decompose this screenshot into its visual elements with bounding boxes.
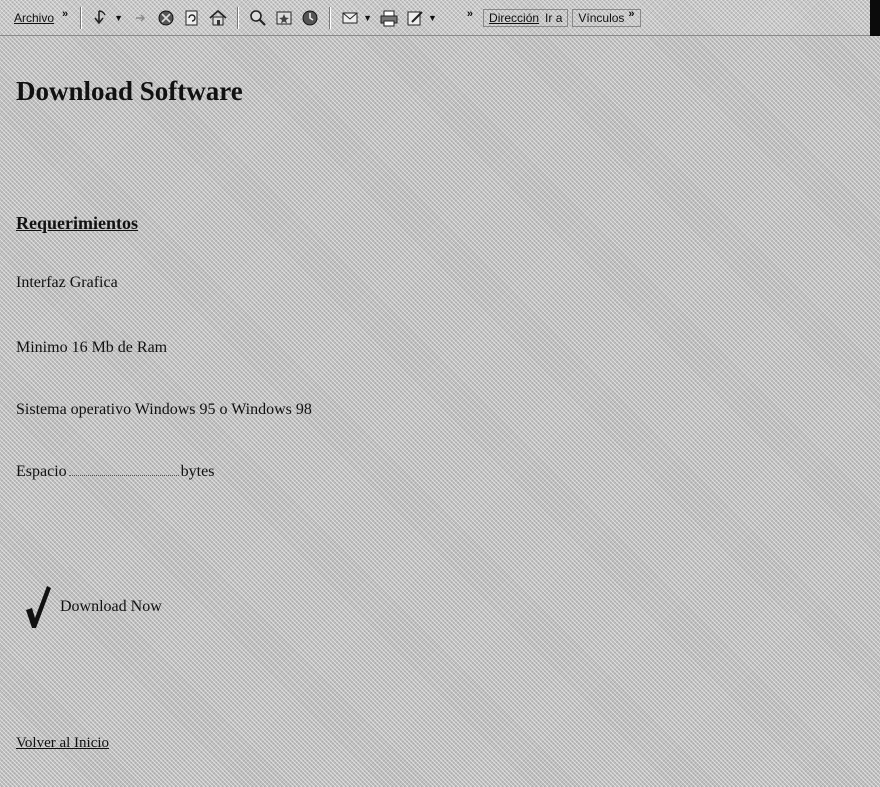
print-icon[interactable] <box>377 6 401 30</box>
stop-icon[interactable] <box>154 6 178 30</box>
page-title: Download Software <box>16 76 243 106</box>
requirement-item: Minimo 16 Mb de Ram <box>16 339 168 356</box>
address-bar[interactable]: Dirección Ir a <box>483 8 569 27</box>
toolbar-edge <box>870 0 880 36</box>
download-now-label[interactable]: Download Now <box>60 598 162 616</box>
goto-button[interactable]: Ir a <box>545 11 562 25</box>
toolbar-separator <box>80 6 83 29</box>
requirement-item: Interfaz Grafica <box>16 274 118 291</box>
toolbar-separator <box>329 6 332 29</box>
links-label[interactable]: Vínculos <box>578 11 624 25</box>
mail-icon[interactable] <box>338 6 362 30</box>
back-dropdown-icon[interactable]: ▼ <box>114 13 123 23</box>
space-value-blank <box>68 475 179 476</box>
menu-chevron-icon[interactable]: » <box>62 8 68 20</box>
address-label: Dirección <box>489 10 540 25</box>
requirement-item: Sistema operativo Windows 95 o Windows 9… <box>16 401 312 418</box>
toolbar-separator <box>237 6 240 29</box>
back-icon[interactable] <box>89 6 113 30</box>
menu-archivo[interactable]: Archivo <box>14 11 54 25</box>
space-label: Espacio <box>16 463 67 480</box>
toolbar-chevron-icon[interactable]: » <box>467 8 473 20</box>
refresh-icon[interactable] <box>180 6 204 30</box>
home-icon[interactable] <box>206 6 230 30</box>
requirements-heading: Requerimientos <box>16 213 138 233</box>
edit-dropdown-icon[interactable]: ▼ <box>428 13 437 23</box>
browser-toolbar: Archivo » ▼ ▼ ▼ » Dirección Ir a Vínculo… <box>0 0 880 36</box>
mail-dropdown-icon[interactable]: ▼ <box>363 13 372 23</box>
checkmark-icon <box>26 586 51 628</box>
links-chevron-icon[interactable]: » <box>628 8 634 20</box>
history-icon[interactable] <box>298 6 322 30</box>
space-requirement: Espacio bytes <box>16 463 214 481</box>
search-icon[interactable] <box>246 6 270 30</box>
favorites-icon[interactable] <box>272 6 296 30</box>
forward-icon[interactable] <box>128 6 152 30</box>
space-unit: bytes <box>180 463 215 480</box>
download-now-link[interactable]: Download Now <box>22 584 162 630</box>
edit-icon[interactable] <box>403 6 427 30</box>
links-bar[interactable]: Vínculos » <box>572 8 641 27</box>
back-to-home-link[interactable]: Volver al Inicio <box>16 735 109 752</box>
